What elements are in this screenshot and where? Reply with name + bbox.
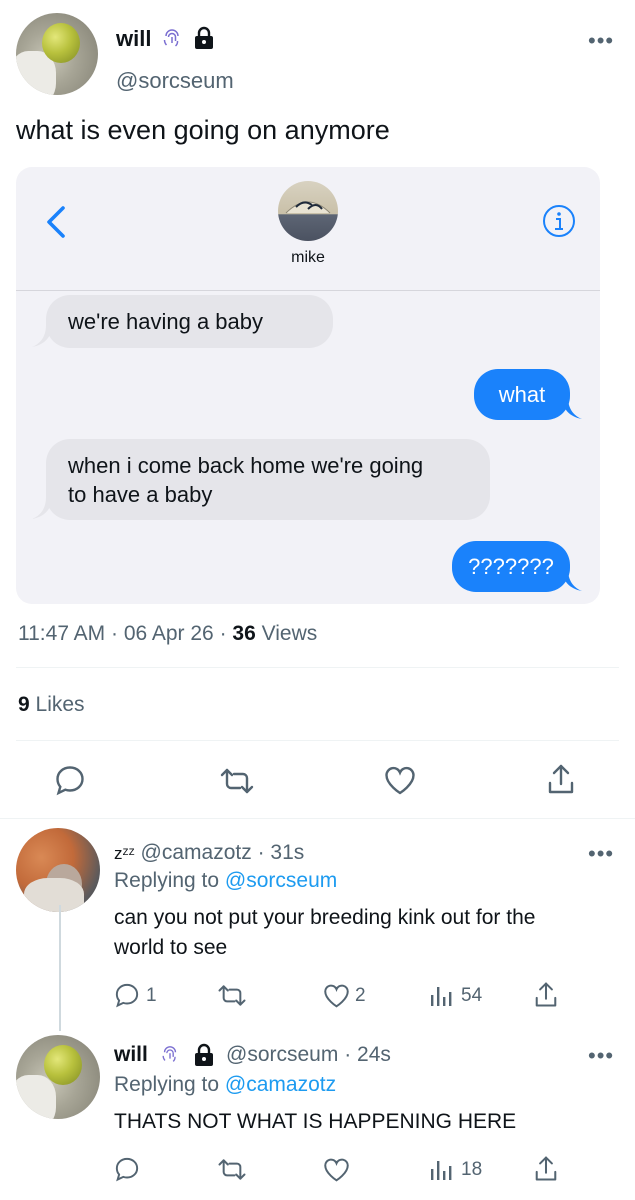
message-text: ??????? [452,541,570,592]
divider [16,667,619,668]
thread-line [59,905,61,1031]
views-count: 36 [232,622,256,645]
back-chevron-icon [44,205,68,239]
more-icon[interactable]: ••• [588,841,614,867]
message-text: what [474,369,570,420]
timestamp[interactable]: · 31s [258,841,305,864]
like-count: 2 [355,985,366,1006]
avatar[interactable] [16,13,98,95]
timestamp[interactable]: 11:47 AM · 06 Apr 26 [18,622,214,645]
divider [16,740,619,741]
like-icon[interactable] [323,1157,350,1182]
reply-header: will [114,1043,148,1067]
share-icon[interactable] [547,763,575,795]
contact-name: mike [291,249,325,266]
reply-header: zᶻᶻ @camazotz · 31s [114,841,304,865]
reply-text: can you not put your breeding kink out f… [114,903,535,963]
reply-icon[interactable] [54,764,86,796]
info-icon [542,204,576,238]
handle[interactable]: @camazotz [141,841,252,864]
more-icon[interactable]: ••• [588,28,614,54]
reply-handle-time: @sorcseum · 24s [226,1043,391,1067]
message-text: we're having a baby [46,295,333,348]
avatar[interactable] [16,828,100,912]
tweet-text: what is even going on anymore [16,115,390,145]
timestamp[interactable]: · 24s [344,1043,391,1066]
message-text: when i come back home we're going to hav… [46,439,490,520]
fingerprint-icon [161,28,183,50]
views-icon[interactable] [429,1157,453,1181]
handle[interactable]: @sorcseum [116,68,234,94]
like-icon[interactable] [323,983,350,1008]
sleep-emoji: zᶻᶻ [114,844,135,863]
replying-prefix: Replying to [114,869,220,892]
display-name[interactable]: will [116,26,151,52]
view-count: 18 [461,1159,483,1180]
reply-icon[interactable] [114,1156,140,1182]
more-icon[interactable]: ••• [588,1043,614,1069]
likes-label: Likes [35,693,85,716]
message-line: when i come back home we're going [68,453,424,478]
views-icon[interactable] [429,983,453,1007]
replying-to-link[interactable]: @sorcseum [225,869,337,892]
contact-avatar [278,181,338,241]
tweet-image[interactable]: mike we're having a baby what when i com… [16,167,600,604]
replying-to-link[interactable]: @camazotz [225,1073,336,1096]
likes-stat[interactable]: 9 Likes [18,693,85,717]
handle[interactable]: @sorcseum [226,1043,338,1066]
avatar[interactable] [16,1035,100,1119]
views-label: Views [261,622,318,645]
view-count: 54 [461,985,483,1006]
replying-to: Replying to @camazotz [114,1073,336,1097]
header-divider [16,290,600,291]
reply-icon[interactable] [114,982,140,1008]
fingerprint-icon [160,1045,180,1065]
divider [0,818,635,819]
reply-text: THATS NOT WHAT IS HAPPENING HERE [114,1110,517,1133]
replying-prefix: Replying to [114,1073,220,1096]
share-icon[interactable] [534,981,558,1008]
retweet-icon[interactable] [217,1157,247,1182]
display-name[interactable]: will [114,1043,148,1066]
reply-count: 1 [146,985,157,1006]
replying-to: Replying to @sorcseum [114,869,337,893]
lock-icon [193,26,215,50]
retweet-icon[interactable] [219,766,255,796]
share-icon[interactable] [534,1155,558,1182]
reply-line: world to see [114,936,228,959]
like-icon[interactable] [384,765,416,795]
message-line: to have a baby [68,482,213,507]
tweet-meta: 11:47 AM · 06 Apr 26 · 36 Views [18,622,318,645]
reply-line: can you not put your breeding kink out f… [114,906,536,929]
retweet-icon[interactable] [217,983,247,1008]
likes-count: 9 [18,693,30,716]
lock-icon [193,1043,215,1067]
